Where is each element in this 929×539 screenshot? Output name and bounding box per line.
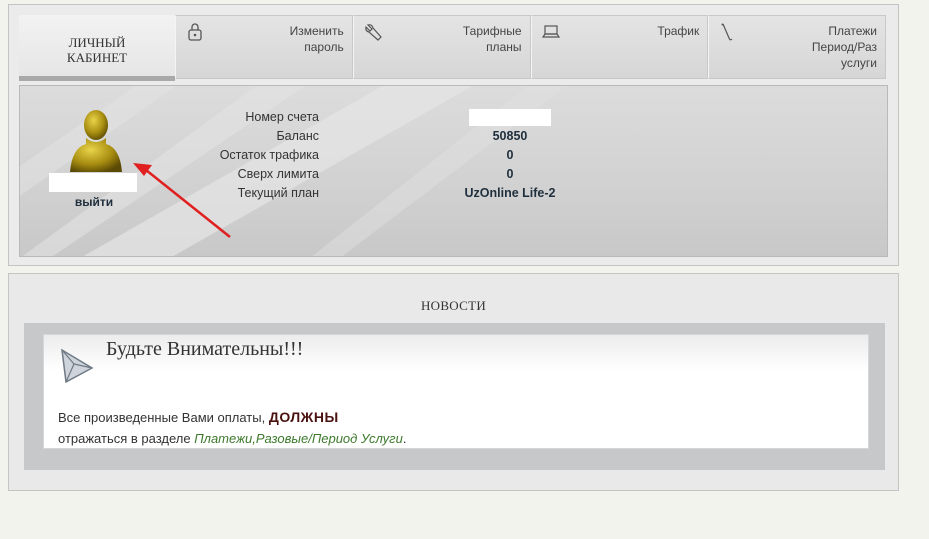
logout-link[interactable]: выйти xyxy=(69,195,119,209)
payments-link[interactable]: Платежи,Разовые/Период Услуги xyxy=(194,431,403,446)
tab-payments[interactable]: Платежи Период/Раз услуги xyxy=(708,15,886,79)
tab-personal-cabinet[interactable]: ЛИЧНЫЙ КАБИНЕТ xyxy=(19,15,175,81)
tab-change-password-label: Изменить пароль xyxy=(289,24,344,54)
label-over-limit: Сверх лимита xyxy=(237,167,319,181)
tab-traffic-label: Трафик xyxy=(657,24,700,38)
balance-value: 50850 xyxy=(492,129,528,143)
account-number-value xyxy=(460,108,560,127)
wand-icon xyxy=(721,23,733,41)
news-headline: Будьте Внимательны!!! xyxy=(106,338,304,360)
over-limit-value: 0 xyxy=(506,167,514,181)
label-traffic-left: Остаток трафика xyxy=(219,148,319,162)
traffic-left-value: 0 xyxy=(506,148,514,162)
tab-payments-label: Платежи Период/Раз услуги xyxy=(811,24,877,70)
label-account-number: Номер счета xyxy=(245,110,319,124)
news-item: Будьте Внимательны!!! Все произведенные … xyxy=(43,334,869,449)
wrench-icon xyxy=(364,24,382,41)
lock-icon xyxy=(188,23,202,41)
user-avatar-icon xyxy=(70,110,122,172)
tab-traffic[interactable]: Трафик xyxy=(530,15,709,79)
label-balance: Баланс xyxy=(276,129,319,143)
news-body-prefix: Все произведенные Вами оплаты, xyxy=(58,410,269,425)
label-current-plan: Текущий план xyxy=(237,186,319,200)
account-info-values: 50850 0 0 UzOnline Life-2 xyxy=(460,108,560,203)
account-number-box xyxy=(469,109,551,127)
tab-change-password[interactable]: Изменить пароль xyxy=(175,15,353,79)
current-plan-value: UzOnline Life-2 xyxy=(464,186,556,200)
pin-icon xyxy=(61,348,94,384)
news-body: Все произведенные Вами оплаты, ДОЛЖНЫ от… xyxy=(58,407,406,449)
news-body-line1: Все произведенные Вами оплаты, ДОЛЖНЫ xyxy=(58,407,406,428)
news-body-line2-text: отражаться в разделе xyxy=(58,431,195,446)
tab-tariff-plans[interactable]: Тарифные планы xyxy=(352,15,531,79)
news-body-strong: ДОЛЖНЫ xyxy=(268,409,339,425)
news-body-end: . xyxy=(402,431,407,446)
account-info-labels: Номер счета Баланс Остаток трафика Сверх… xyxy=(220,108,319,203)
news-body-line2: отражаться в разделе Платежи,Разовые/Пер… xyxy=(58,428,406,449)
account-panel: выйти Номер счета Баланс Остаток трафика… xyxy=(19,85,888,257)
tab-tariff-plans-label: Тарифные планы xyxy=(462,24,522,54)
top-frame: ЛИЧНЫЙ КАБИНЕТ Изменить пароль Тарифные … xyxy=(8,4,899,266)
username-box xyxy=(49,173,137,192)
news-container: Будьте Внимательны!!! Все произведенные … xyxy=(24,323,885,470)
news-frame: НОВОСТИ Будьте Внимательны!!! Все произв… xyxy=(8,273,899,491)
tab-personal-cabinet-label: ЛИЧНЫЙ КАБИНЕТ xyxy=(66,34,128,65)
background-rays xyxy=(20,86,567,256)
nav-tabs: ЛИЧНЫЙ КАБИНЕТ Изменить пароль Тарифные … xyxy=(19,15,886,81)
laptop-icon xyxy=(541,25,560,38)
news-section-title: НОВОСТИ xyxy=(420,298,487,313)
